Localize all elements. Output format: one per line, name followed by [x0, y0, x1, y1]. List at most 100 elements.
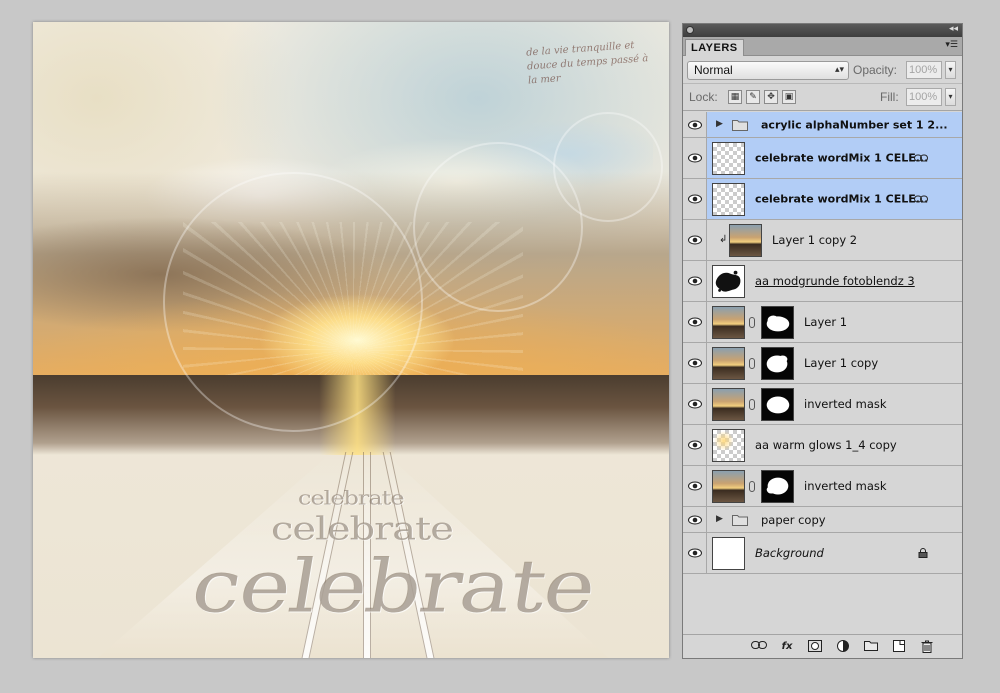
- layer-row[interactable]: Background: [683, 533, 962, 574]
- layer-mask-thumbnail[interactable]: [761, 306, 794, 339]
- layer-thumbnail: [712, 537, 745, 570]
- layer-row[interactable]: celebrate wordMix 1 CELE...: [683, 179, 962, 220]
- lock-position-icon[interactable]: ✥: [764, 90, 778, 104]
- fill-input[interactable]: 100%: [906, 88, 942, 106]
- layer-row[interactable]: inverted mask: [683, 384, 962, 425]
- visibility-toggle[interactable]: [683, 112, 707, 137]
- layer-name: celebrate wordMix 1 CELE...: [755, 151, 929, 165]
- layer-row[interactable]: inverted mask: [683, 466, 962, 507]
- blend-mode-select[interactable]: Normal ▴▾: [687, 61, 849, 80]
- document-canvas[interactable]: de la vie tranquille et douce du temps p…: [33, 22, 669, 658]
- layer-row[interactable]: aa warm glows 1_4 copy: [683, 425, 962, 466]
- clipping-arrow-icon: ↲: [719, 234, 728, 245]
- eye-icon: [688, 120, 702, 129]
- eye-icon: [688, 440, 702, 450]
- panel-menu-icon[interactable]: ▾☰: [945, 40, 958, 50]
- lock-image-pixels-icon[interactable]: ✎: [746, 90, 760, 104]
- visibility-toggle[interactable]: [683, 138, 707, 178]
- lock-row: Lock: ▦ ✎ ✥ ▣ Fill: 100% ▾: [683, 84, 962, 111]
- visibility-toggle[interactable]: [683, 507, 707, 532]
- opacity-label: Opacity:: [853, 63, 898, 77]
- new-group-icon[interactable]: [863, 640, 879, 654]
- mask-link-icon[interactable]: [749, 317, 755, 328]
- updown-arrow-icon: ▴▾: [834, 65, 844, 75]
- layer-row[interactable]: Layer 1 copy: [683, 343, 962, 384]
- mask-link-icon[interactable]: [749, 481, 755, 492]
- layer-row[interactable]: ↲ Layer 1 copy 2: [683, 220, 962, 261]
- layer-name: aa modgrunde fotoblendz 3: [755, 274, 915, 288]
- collapse-icon[interactable]: ◂◂: [949, 24, 958, 34]
- fill-dropdown-icon[interactable]: ▾: [945, 88, 956, 106]
- layer-thumbnail: [712, 142, 745, 175]
- visibility-toggle[interactable]: [683, 220, 707, 260]
- layer-list: ▶ acrylic alphaNumber set 1 2... celebra…: [683, 112, 962, 574]
- art-word-large: celebrate: [185, 544, 602, 630]
- add-mask-icon[interactable]: [807, 640, 823, 654]
- new-layer-icon[interactable]: [891, 640, 907, 654]
- disclosure-triangle-icon[interactable]: ▶: [716, 514, 723, 524]
- layer-mask-thumbnail[interactable]: [761, 388, 794, 421]
- layer-row[interactable]: ▶ paper copy: [683, 507, 962, 533]
- eye-icon: [688, 481, 702, 491]
- layer-row[interactable]: Layer 1: [683, 302, 962, 343]
- lock-icon: [918, 548, 928, 558]
- link-icon: [914, 154, 928, 162]
- eye-icon: [688, 153, 702, 163]
- layer-mask-thumbnail[interactable]: [761, 470, 794, 503]
- visibility-toggle[interactable]: [683, 179, 707, 219]
- lock-transparent-pixels-icon[interactable]: ▦: [728, 90, 742, 104]
- layer-thumbnail: [712, 429, 745, 462]
- visibility-toggle[interactable]: [683, 302, 707, 342]
- layer-name: aa warm glows 1_4 copy: [755, 438, 897, 452]
- layer-name: Layer 1: [804, 315, 848, 329]
- art-circle-overlay: [553, 112, 663, 222]
- visibility-toggle[interactable]: [683, 533, 707, 573]
- art-circle-overlay: [163, 172, 423, 432]
- folder-icon: [732, 514, 748, 526]
- close-icon[interactable]: [686, 26, 694, 34]
- visibility-toggle[interactable]: [683, 466, 707, 506]
- eye-icon: [688, 548, 702, 558]
- layer-name: Background: [755, 546, 824, 560]
- layer-name: inverted mask: [804, 397, 887, 411]
- trash-icon[interactable]: [919, 640, 935, 654]
- visibility-toggle[interactable]: [683, 425, 707, 465]
- fill-label: Fill:: [880, 90, 899, 104]
- layer-row[interactable]: celebrate wordMix 1 CELE...: [683, 138, 962, 179]
- panel-titlebar[interactable]: ◂◂: [683, 24, 962, 37]
- eye-icon: [688, 515, 702, 524]
- layer-row[interactable]: aa modgrunde fotoblendz 3: [683, 261, 962, 302]
- visibility-toggle[interactable]: [683, 343, 707, 383]
- visibility-toggle[interactable]: [683, 261, 707, 301]
- eye-icon: [688, 235, 702, 245]
- mask-link-icon[interactable]: [749, 399, 755, 410]
- layer-thumbnail: [712, 388, 745, 421]
- eye-icon: [688, 194, 702, 204]
- layer-thumbnail: [729, 224, 762, 257]
- layer-thumbnail: [712, 347, 745, 380]
- opacity-dropdown-icon[interactable]: ▾: [945, 61, 956, 79]
- visibility-toggle[interactable]: [683, 384, 707, 424]
- layer-mask-thumbnail[interactable]: [761, 347, 794, 380]
- mask-link-icon[interactable]: [749, 358, 755, 369]
- layer-name: Layer 1 copy 2: [772, 233, 858, 247]
- layer-style-fx-icon[interactable]: fx: [779, 640, 795, 654]
- lock-label: Lock:: [689, 90, 718, 104]
- opacity-input[interactable]: 100%: [906, 61, 942, 79]
- tab-layers[interactable]: LAYERS: [685, 39, 744, 56]
- eye-icon: [688, 276, 702, 286]
- layer-name: paper copy: [761, 512, 826, 527]
- link-layers-icon[interactable]: [751, 640, 767, 654]
- lock-all-icon[interactable]: ▣: [782, 90, 796, 104]
- adjustment-layer-icon[interactable]: [835, 640, 851, 654]
- layer-name: acrylic alphaNumber set 1 2...: [761, 118, 948, 131]
- eye-icon: [688, 399, 702, 409]
- layers-panel: ◂◂ LAYERS ▾☰ Normal ▴▾ Opacity: 100% ▾ L…: [682, 23, 963, 659]
- eye-icon: [688, 358, 702, 368]
- layer-row[interactable]: ▶ acrylic alphaNumber set 1 2...: [683, 112, 962, 138]
- disclosure-triangle-icon[interactable]: ▶: [716, 119, 723, 129]
- layer-thumbnail: [712, 183, 745, 216]
- layer-thumbnail: [712, 470, 745, 503]
- folder-icon: [732, 119, 748, 131]
- layer-thumbnail: [712, 265, 745, 298]
